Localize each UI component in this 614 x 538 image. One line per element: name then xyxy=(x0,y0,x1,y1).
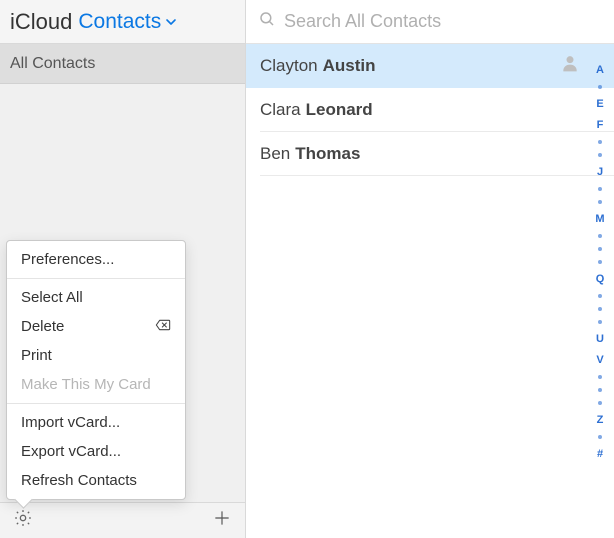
search-input[interactable] xyxy=(284,11,602,32)
menu-item-label: Make This My Card xyxy=(21,376,151,393)
sidebar-header: iCloud Contacts xyxy=(0,0,245,44)
contact-last-name: Thomas xyxy=(295,144,360,164)
contact-first-name: Ben xyxy=(260,144,290,164)
brand-label: iCloud xyxy=(10,9,72,35)
index-dot xyxy=(598,187,602,191)
backspace-icon xyxy=(155,318,171,335)
app-root: iCloud Contacts All Contacts xyxy=(0,0,614,538)
index-letter[interactable]: E xyxy=(596,98,603,110)
add-button[interactable] xyxy=(211,510,233,532)
index-letter[interactable]: V xyxy=(596,354,603,366)
index-dot xyxy=(598,307,602,311)
index-letter[interactable]: J xyxy=(597,166,603,178)
plus-icon xyxy=(212,508,232,533)
gear-icon xyxy=(13,508,33,533)
search-bar xyxy=(246,0,614,44)
search-icon xyxy=(258,10,276,33)
group-label: All Contacts xyxy=(10,55,95,73)
index-dot xyxy=(598,388,602,392)
contact-row[interactable]: ClaytonAustin xyxy=(246,44,614,88)
index-dot xyxy=(598,294,602,298)
menu-item-label: Print xyxy=(21,347,52,364)
menu-item-label: Export vCard... xyxy=(21,443,121,460)
index-dot xyxy=(598,85,602,89)
index-letter[interactable]: F xyxy=(597,119,604,131)
index-letter[interactable]: Q xyxy=(596,273,605,285)
settings-context-menu: Preferences... Select All Delete Print Make … xyxy=(6,240,186,500)
index-letter[interactable]: A xyxy=(596,64,604,76)
menu-item-label: Preferences... xyxy=(21,251,114,268)
contact-first-name: Clayton xyxy=(260,56,318,76)
main-panel: ClaytonAustinClaraLeonardBenThomas AEFJM… xyxy=(246,0,614,538)
settings-button[interactable] xyxy=(12,510,34,532)
menu-item[interactable]: Delete xyxy=(7,312,185,341)
menu-separator xyxy=(7,278,185,279)
menu-item[interactable]: Print xyxy=(7,341,185,370)
chevron-down-icon xyxy=(165,10,177,34)
app-switcher-label: Contacts xyxy=(78,10,161,34)
index-dot xyxy=(598,260,602,264)
menu-item[interactable]: Refresh Contacts xyxy=(7,466,185,495)
index-letter[interactable]: M xyxy=(595,213,604,225)
contact-row[interactable]: BenThomas xyxy=(260,132,614,176)
sidebar: iCloud Contacts All Contacts xyxy=(0,0,246,538)
sidebar-footer xyxy=(0,502,245,538)
menu-item[interactable]: Select All xyxy=(7,283,185,312)
person-icon xyxy=(560,53,580,78)
contact-row[interactable]: ClaraLeonard xyxy=(260,88,614,132)
index-dot xyxy=(598,153,602,157)
menu-item-label: Select All xyxy=(21,289,83,306)
menu-item[interactable]: Export vCard... xyxy=(7,437,185,466)
contact-list: ClaytonAustinClaraLeonardBenThomas xyxy=(246,44,614,538)
menu-separator xyxy=(7,403,185,404)
index-dot xyxy=(598,435,602,439)
menu-item-label: Refresh Contacts xyxy=(21,472,137,489)
index-dot xyxy=(598,401,602,405)
contact-first-name: Clara xyxy=(260,100,301,120)
index-letter[interactable]: Z xyxy=(597,414,604,426)
index-dot xyxy=(598,375,602,379)
menu-item: Make This My Card xyxy=(7,370,185,399)
index-letter[interactable]: # xyxy=(597,448,603,460)
app-switcher[interactable]: Contacts xyxy=(78,10,177,34)
group-all-contacts[interactable]: All Contacts xyxy=(0,44,245,84)
index-letter[interactable]: U xyxy=(596,333,604,345)
index-dot xyxy=(598,200,602,204)
menu-item-label: Delete xyxy=(21,318,64,335)
contact-last-name: Austin xyxy=(323,56,376,76)
index-dot xyxy=(598,234,602,238)
contact-last-name: Leonard xyxy=(306,100,373,120)
alpha-index-strip: A EF J M Q UV Z # xyxy=(590,64,610,460)
menu-item[interactable]: Preferences... xyxy=(7,245,185,274)
index-dot xyxy=(598,140,602,144)
index-dot xyxy=(598,320,602,324)
menu-item-label: Import vCard... xyxy=(21,414,120,431)
index-dot xyxy=(598,247,602,251)
menu-item[interactable]: Import vCard... xyxy=(7,408,185,437)
